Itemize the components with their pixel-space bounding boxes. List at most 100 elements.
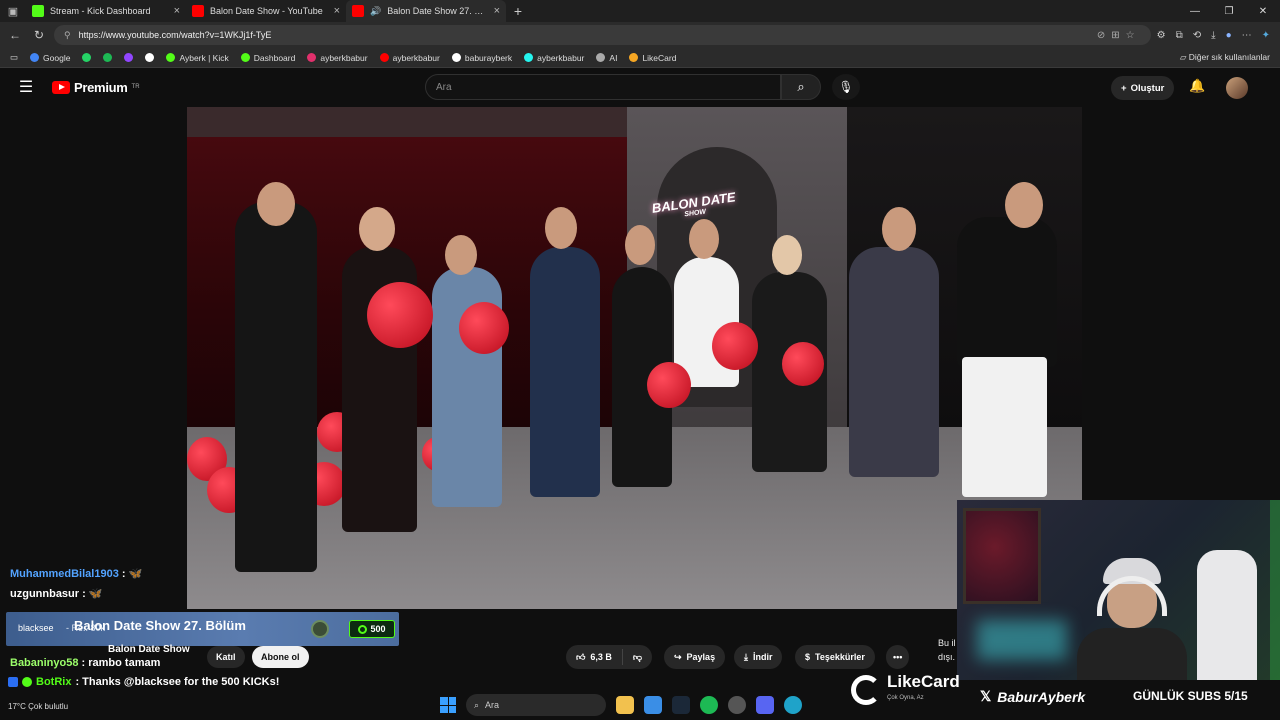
- side-info-line: Bu il: [938, 638, 956, 648]
- download-button[interactable]: ⤓ İndir: [734, 645, 783, 669]
- maximize-icon[interactable]: ❐: [1212, 0, 1246, 22]
- subscribe-button[interactable]: Abone ol: [252, 646, 309, 668]
- bookmark-item[interactable]: Ayberk | Kick: [166, 52, 229, 63]
- bookmark-item[interactable]: [145, 53, 155, 62]
- download-icon: ⤓: [744, 651, 748, 662]
- chat-message-botrix: BotRix : Thanks @blacksee for the 500 KI…: [8, 676, 279, 688]
- share-button[interactable]: ↪ Paylaş: [664, 645, 726, 669]
- close-window-icon[interactable]: ✕: [1246, 0, 1280, 22]
- url-actions[interactable]: ⊘⊞☆: [1097, 30, 1141, 41]
- tab-kick-dashboard[interactable]: Stream - Kick Dashboard ×: [26, 0, 186, 22]
- balloon: [782, 342, 824, 386]
- youtube-logo[interactable]: Premium TR: [52, 80, 140, 95]
- x-handle-text: BaburAyberk: [997, 688, 1086, 705]
- bookmark-label: Google: [43, 52, 71, 63]
- chat-username[interactable]: Babaninyo58: [10, 657, 78, 669]
- chat-username[interactable]: uzgunnbasur: [10, 588, 79, 600]
- chat-username[interactable]: MuhammedBilal1903: [10, 568, 119, 580]
- bookmark-item[interactable]: LikeCard: [629, 53, 676, 63]
- weather-desc: Çok bulutlu: [28, 702, 69, 711]
- taskbar-search[interactable]: ⌕ Ara: [466, 694, 606, 716]
- like-count: 6,3 B: [590, 652, 612, 662]
- butterfly-emote: 🦋: [88, 588, 103, 600]
- bookmark-item[interactable]: [124, 53, 134, 62]
- chat-message: uzgunnbasur : 🦋: [10, 587, 103, 600]
- search-input[interactable]: Ara: [425, 74, 781, 100]
- url-field[interactable]: ⚲ https://www.youtube.com/watch?v=1WKJj1…: [54, 25, 1151, 45]
- bell-icon[interactable]: 🔔: [1189, 78, 1205, 94]
- close-icon[interactable]: ×: [494, 5, 500, 17]
- wall-art: [963, 508, 1041, 604]
- green-light: [1270, 500, 1280, 680]
- mic-icon: 🎙: [838, 80, 854, 94]
- speaker-icon[interactable]: 🔊: [370, 6, 381, 17]
- bookmark-item[interactable]: AI: [596, 53, 617, 63]
- gaming-chair: [1197, 550, 1257, 680]
- bookmark-item[interactable]: [82, 53, 92, 62]
- video-player[interactable]: BALON DATE SHOW: [187, 107, 1082, 609]
- chat-username[interactable]: BotRix: [36, 676, 71, 688]
- search-placeholder: Ara: [436, 81, 452, 93]
- chat-message: MuhammedBilal1903 : 🦋: [10, 567, 142, 580]
- browser-tab-strip: ▣ Stream - Kick Dashboard × Balon Date S…: [0, 0, 1280, 22]
- bookmark-favicon-icon: [240, 53, 250, 62]
- balloon: [712, 322, 758, 370]
- bookmark-item[interactable]: ayberkbabur: [379, 53, 440, 63]
- extensions-icon[interactable]: ⧉: [1176, 30, 1183, 41]
- discord-icon[interactable]: [756, 696, 774, 714]
- extension-icon[interactable]: ⚙: [1157, 30, 1166, 41]
- close-icon[interactable]: ×: [334, 5, 340, 17]
- menu-icon[interactable]: ☰: [0, 77, 52, 97]
- more-icon[interactable]: ⋯: [1242, 30, 1252, 41]
- join-button[interactable]: Katıl: [207, 646, 245, 668]
- other-bookmarks[interactable]: ▱ Diğer sık kullanılanlar: [1180, 52, 1270, 63]
- spotify-icon[interactable]: [700, 696, 718, 714]
- download-icon[interactable]: ⤓: [1211, 30, 1215, 41]
- bookmark-favicon-icon: [30, 53, 40, 62]
- person: [235, 202, 317, 572]
- weather-widget[interactable]: 17°C Çok bulutlu: [8, 702, 68, 711]
- close-icon[interactable]: ×: [174, 5, 180, 17]
- bookmark-item[interactable]: baburayberk: [451, 53, 512, 63]
- bookmark-label: Ayberk | Kick: [179, 52, 229, 63]
- windows-start-icon[interactable]: [440, 697, 456, 713]
- obs-icon[interactable]: [728, 696, 746, 714]
- minimize-icon[interactable]: —: [1178, 0, 1212, 22]
- voice-search-button[interactable]: 🎙: [832, 74, 860, 100]
- search-button[interactable]: ⌕: [781, 74, 821, 100]
- photos-icon[interactable]: [644, 696, 662, 714]
- dislike-button[interactable]: 👎︎: [623, 652, 652, 663]
- reload-icon[interactable]: ↻: [30, 28, 48, 42]
- tab-youtube[interactable]: Balon Date Show - YouTube ×: [186, 0, 346, 22]
- bookmark-item[interactable]: [103, 53, 113, 62]
- bookmark-item[interactable]: ayberkbabur: [524, 53, 584, 63]
- coin-icon: [311, 620, 329, 638]
- create-button[interactable]: + Oluştur: [1111, 76, 1175, 100]
- history-icon[interactable]: ⟲: [1193, 30, 1201, 41]
- profile-icon[interactable]: ●: [1226, 30, 1232, 41]
- steam-icon[interactable]: [672, 696, 690, 714]
- bookmark-favicon-icon: [166, 53, 176, 62]
- chat-text: :: [82, 588, 86, 600]
- back-icon[interactable]: ←: [6, 28, 24, 42]
- window-menu-icon[interactable]: ▣: [0, 0, 26, 22]
- chat-text: : rambo tamam: [81, 657, 161, 669]
- new-tab-button[interactable]: +: [506, 0, 530, 22]
- windows-taskbar: ⌕ Ara: [440, 692, 802, 718]
- bookmark-item[interactable]: ayberkbabur: [307, 53, 368, 63]
- like-button[interactable]: 👍︎ 6,3 B: [576, 649, 623, 665]
- bookmark-item[interactable]: Google: [30, 53, 70, 63]
- bookmark-item[interactable]: Dashboard: [240, 52, 296, 63]
- tab-actions-icon[interactable]: ▭: [10, 52, 18, 63]
- file-explorer-icon[interactable]: [616, 696, 634, 714]
- edge-icon[interactable]: [784, 696, 802, 714]
- channel-name[interactable]: Balon Date Show: [108, 644, 190, 655]
- person-head: [445, 235, 477, 275]
- tab-balon-date-show[interactable]: 🔊 Balon Date Show 27. Bölüm ×: [346, 0, 506, 22]
- site-info-icon[interactable]: ⚲: [64, 30, 71, 41]
- copilot-icon[interactable]: ✦: [1262, 30, 1270, 41]
- avatar[interactable]: [1226, 77, 1248, 99]
- thanks-button[interactable]: $ Teşekkürler: [795, 645, 875, 669]
- chat-message: Babaninyo58 : rambo tamam: [10, 657, 160, 669]
- bookmark-label: Dashboard: [253, 52, 296, 63]
